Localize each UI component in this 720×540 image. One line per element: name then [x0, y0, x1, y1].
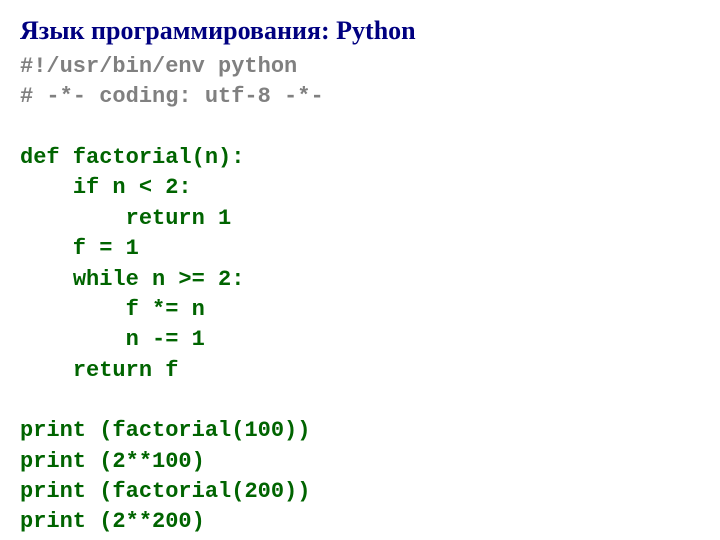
code-text: f — [152, 358, 178, 383]
code-text: n < 2: — [99, 175, 191, 200]
code-text: (2**200) — [86, 509, 205, 534]
code-comment: #!/usr/bin/env python — [20, 54, 297, 79]
code-keyword: def — [20, 145, 60, 170]
code-text: n -= 1 — [20, 327, 205, 352]
code-text: factorial(n): — [60, 145, 245, 170]
code-indent — [20, 358, 73, 383]
code-comment: # -*- coding: utf-8 -*- — [20, 84, 324, 109]
code-text: (factorial(200)) — [86, 479, 310, 504]
slide-title: Язык программирования: Python — [20, 16, 700, 46]
code-text: (factorial(100)) — [86, 418, 310, 443]
code-keyword: print — [20, 449, 86, 474]
code-text: (2**100) — [86, 449, 205, 474]
code-keyword: if — [73, 175, 99, 200]
code-keyword: return — [73, 358, 152, 383]
code-keyword: return — [126, 206, 205, 231]
code-keyword: print — [20, 479, 86, 504]
code-block: #!/usr/bin/env python # -*- coding: utf-… — [20, 52, 700, 538]
code-text: 1 — [205, 206, 231, 231]
code-indent — [20, 206, 126, 231]
code-text: n >= 2: — [139, 267, 245, 292]
code-indent — [20, 175, 73, 200]
code-keyword: while — [73, 267, 139, 292]
code-keyword: print — [20, 509, 86, 534]
code-text: f = 1 — [20, 236, 139, 261]
code-text: f *= n — [20, 297, 205, 322]
code-indent — [20, 267, 73, 292]
code-keyword: print — [20, 418, 86, 443]
